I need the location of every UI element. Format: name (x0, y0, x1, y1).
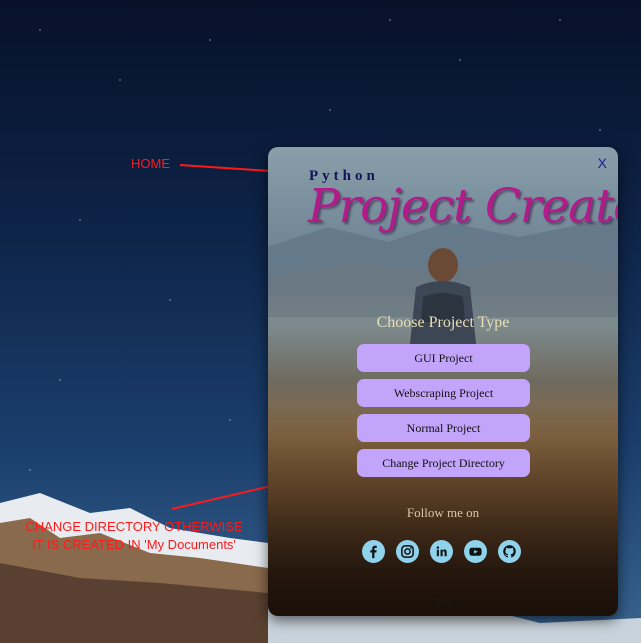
directory-annotation: CHANGE DIRECTORY OTHERWISE IT IS CREATED… (18, 518, 250, 554)
home-annotation: HOME (131, 156, 170, 171)
directory-annotation-line1: CHANGE DIRECTORY OTHERWISE (25, 519, 243, 534)
github-icon[interactable] (498, 540, 521, 563)
instagram-icon[interactable] (396, 540, 419, 563)
choose-project-type-heading: Choose Project Type (376, 314, 510, 331)
youtube-icon[interactable] (464, 540, 487, 563)
gui-project-button[interactable]: GUI Project (357, 344, 530, 372)
follow-me-label: Follow me on (406, 505, 480, 520)
footer-text: Test (433, 597, 453, 609)
close-button[interactable]: X (598, 155, 607, 171)
facebook-icon[interactable] (362, 540, 385, 563)
normal-project-button[interactable]: Normal Project (357, 414, 530, 442)
directory-annotation-line2: IT IS CREATED IN 'My Documents' (32, 537, 236, 552)
social-links (362, 540, 521, 563)
app-title-logo: Project Creator (308, 179, 618, 234)
linkedin-icon[interactable] (430, 540, 453, 563)
project-creator-window: X Python Project Creator Choose Project … (268, 147, 618, 616)
webscraping-project-button[interactable]: Webscraping Project (357, 379, 530, 407)
change-project-directory-button[interactable]: Change Project Directory (357, 449, 530, 477)
